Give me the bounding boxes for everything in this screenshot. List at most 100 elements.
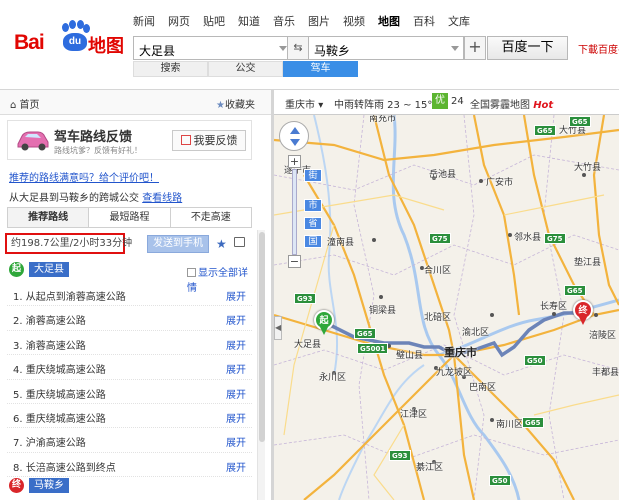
highway-shield: G75 bbox=[429, 233, 451, 244]
zoom-level-street[interactable]: 街 bbox=[304, 169, 322, 182]
expand-link[interactable]: 展开 bbox=[226, 288, 246, 303]
map-label: 大足县 bbox=[294, 340, 322, 350]
route-step[interactable]: 6. 重庆绕城高速公路 展开 bbox=[7, 404, 252, 429]
search-button[interactable]: 百度一下 bbox=[487, 36, 568, 60]
end-city: 马鞍乡 bbox=[29, 478, 69, 493]
nav-video[interactable]: 视频 bbox=[343, 13, 365, 29]
tab-no-highway[interactable]: 不走高速 bbox=[170, 208, 251, 227]
route-step[interactable]: 8. 长涪高速公路到终点 展开 bbox=[7, 453, 252, 478]
map-canvas[interactable]: 南充市 大竹县 遂宁市 岳池县 广安市 邻水县 潼南县 合川区 垫江县 铜梁县 … bbox=[274, 115, 619, 500]
collapse-panel-button[interactable]: ◀ bbox=[274, 316, 282, 340]
add-waypoint-button[interactable]: + bbox=[464, 36, 486, 60]
route-step[interactable]: 2. 渝蓉高速公路 展开 bbox=[7, 306, 252, 331]
left-panel-scrollbar[interactable] bbox=[257, 230, 265, 500]
route-option-tabs: 推荐路线 最短路程 不走高速 bbox=[7, 207, 252, 228]
nav-wenku[interactable]: 文库 bbox=[448, 13, 470, 29]
chevron-down-icon[interactable] bbox=[279, 46, 287, 51]
nav-web[interactable]: 网页 bbox=[168, 13, 190, 29]
rate-route-link[interactable]: 推荐的路线满意吗？给个评价吧！ bbox=[9, 169, 159, 184]
nav-baike[interactable]: 百科 bbox=[413, 13, 435, 29]
zoom-out-button[interactable]: − bbox=[288, 255, 301, 268]
map-label: 潼南县 bbox=[327, 238, 355, 248]
home-link[interactable]: ⌂ 首页 bbox=[10, 96, 40, 111]
print-icon[interactable] bbox=[234, 237, 245, 247]
send-to-phone-button[interactable]: 发送到手机 bbox=[147, 235, 209, 253]
map-toolbar: 重庆市 ▾ 中雨转阵雨 23 ~ 15℃ 优 24 全国雾霾地图 Hot bbox=[274, 90, 619, 115]
nav-news[interactable]: 新闻 bbox=[133, 13, 155, 29]
route-summary: 约198.7公里/2小时33分钟 bbox=[5, 233, 132, 254]
highway-shield: G75 bbox=[544, 233, 566, 244]
zoom-slider[interactable] bbox=[292, 169, 297, 255]
destination-input[interactable]: 马鞍乡 bbox=[309, 36, 464, 60]
highway-shield: G93 bbox=[389, 450, 411, 461]
expand-link[interactable]: 展开 bbox=[226, 337, 246, 352]
nav-music[interactable]: 音乐 bbox=[273, 13, 295, 29]
home-icon: ⌂ bbox=[10, 100, 20, 111]
map-label: 合川区 bbox=[424, 266, 452, 276]
map-label: 长寿区 bbox=[540, 302, 568, 312]
expand-link[interactable]: 展开 bbox=[226, 434, 246, 449]
route-feedback-banner: 驾车路线反馈 路线坑爹？反馈有好礼！ 我要反馈 bbox=[7, 120, 252, 160]
start-pin-icon[interactable]: 起 bbox=[314, 310, 334, 336]
highway-shield: G65 bbox=[569, 116, 591, 127]
baidu-map-logo[interactable]: Bai du 地图 bbox=[12, 18, 127, 58]
route-step[interactable]: 7. 沪渝高速公路 展开 bbox=[7, 428, 252, 453]
highway-shield: G65 bbox=[522, 417, 544, 428]
map-label: 巴南区 bbox=[469, 383, 497, 393]
view-lines-link[interactable]: 查看线路 bbox=[142, 193, 182, 204]
tab-recommended[interactable]: 推荐路线 bbox=[8, 208, 90, 227]
destination-value: 马鞍乡 bbox=[314, 44, 351, 58]
expand-link[interactable]: 展开 bbox=[226, 312, 246, 327]
nav-zhidao[interactable]: 知道 bbox=[238, 13, 260, 29]
mode-tabs: 搜索 公交 驾车 bbox=[133, 61, 358, 77]
checkbox-icon bbox=[187, 268, 196, 277]
car-icon bbox=[17, 131, 49, 151]
tab-driving[interactable]: 驾车 bbox=[283, 61, 358, 77]
favorites-link[interactable]: ★收藏夹 bbox=[216, 96, 255, 111]
hot-badge: Hot bbox=[533, 100, 554, 111]
route-end: 终 马鞍乡 bbox=[9, 478, 249, 494]
weather-text: 中雨转阵雨 23 ~ 15℃ bbox=[334, 100, 439, 111]
tab-shortest[interactable]: 最短路程 bbox=[89, 208, 171, 227]
start-marker-icon: 起 bbox=[9, 262, 24, 277]
fog-map-link[interactable]: 全国雾霾地图 Hot bbox=[470, 96, 553, 111]
download-app-link[interactable]: 下載百度手 bbox=[578, 41, 619, 56]
zoom-control[interactable]: + − bbox=[288, 155, 301, 270]
route-steps: 1. 从起点到渝蓉高速公路 展开 2. 渝蓉高速公路 展开 3. 渝蓉高速公路 展开 … bbox=[7, 282, 252, 478]
origin-input[interactable]: 大足县 bbox=[133, 36, 293, 60]
route-step[interactable]: 1. 从起点到渝蓉高速公路 展开 bbox=[7, 282, 252, 307]
route-step[interactable]: 5. 重庆绕城高速公路 展开 bbox=[7, 380, 252, 404]
start-city: 大足县 bbox=[29, 262, 69, 277]
highway-shield: G5001 bbox=[357, 343, 389, 354]
map-label: 綦江区 bbox=[416, 463, 444, 473]
swap-icon[interactable]: ⇆ bbox=[287, 36, 309, 60]
city-selector[interactable]: 重庆市 ▾ bbox=[285, 96, 323, 111]
expand-link[interactable]: 展开 bbox=[226, 361, 246, 376]
nav-map[interactable]: 地图 bbox=[378, 13, 400, 29]
zoom-level-city[interactable]: 市 bbox=[304, 199, 322, 212]
tab-transit[interactable]: 公交 bbox=[208, 61, 283, 77]
nav-images[interactable]: 图片 bbox=[308, 13, 330, 29]
end-pin-icon[interactable]: 终 bbox=[573, 300, 593, 326]
scrollbar-thumb[interactable] bbox=[259, 232, 265, 442]
chevron-down-icon[interactable] bbox=[451, 46, 459, 51]
feedback-subtitle: 路线坑爹？反馈有好礼！ bbox=[54, 146, 142, 155]
zoom-level-province[interactable]: 省 bbox=[304, 217, 322, 230]
feedback-button[interactable]: 我要反馈 bbox=[172, 130, 246, 151]
star-icon: ★ bbox=[216, 100, 225, 111]
tab-search[interactable]: 搜索 bbox=[133, 61, 208, 77]
nav-tieba[interactable]: 贴吧 bbox=[203, 13, 225, 29]
expand-link[interactable]: 展开 bbox=[226, 410, 246, 425]
route-step[interactable]: 3. 渝蓉高速公路 展开 bbox=[7, 331, 252, 356]
zoom-in-button[interactable]: + bbox=[288, 155, 301, 168]
expand-link[interactable]: 展开 bbox=[226, 386, 246, 401]
map-label: 永川区 bbox=[319, 373, 347, 383]
route-step[interactable]: 4. 重庆绕城高速公路 展开 bbox=[7, 355, 252, 380]
star-icon[interactable]: ★ bbox=[216, 237, 227, 251]
zoom-level-country[interactable]: 国 bbox=[304, 235, 322, 248]
expand-link[interactable]: 展开 bbox=[226, 459, 246, 474]
map-label: 垫江县 bbox=[574, 258, 602, 268]
pan-control[interactable] bbox=[279, 121, 309, 151]
map-label: 岳池县 bbox=[429, 170, 457, 180]
map-label: 广安市 bbox=[486, 178, 514, 188]
